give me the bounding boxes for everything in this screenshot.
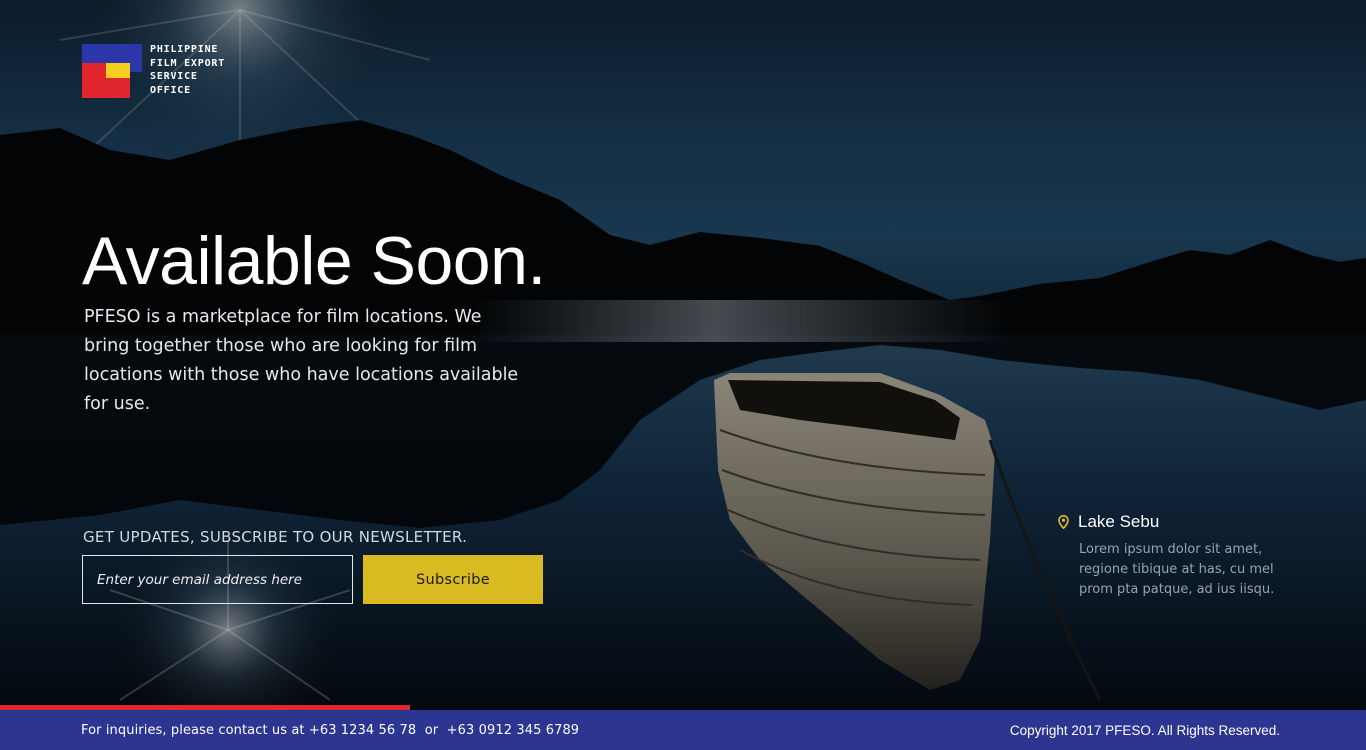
footer: For inquiries, please contact us at +63 …	[0, 710, 1366, 750]
location-card: Lake Sebu Lorem ipsum dolor sit amet, re…	[1058, 512, 1298, 600]
location-name: Lake Sebu	[1078, 512, 1160, 531]
intro-text: PFESO is a marketplace for film location…	[84, 307, 519, 414]
logo-line: PHILIPPINE	[150, 44, 219, 55]
logo-yellow-block	[106, 63, 130, 78]
footer-copyright: Copyright 2017 PFESO. All Rights Reserve…	[1009, 722, 1280, 738]
pfeso-logo[interactable]: PHILIPPINE FILM EXPORT SERVICE OFFICE	[82, 44, 225, 98]
email-input[interactable]	[82, 555, 353, 604]
footer-contact: For inquiries, please contact us at +63 …	[81, 722, 580, 738]
logo-wordmark: PHILIPPINE FILM EXPORT SERVICE OFFICE	[150, 43, 225, 97]
page-title: Available Soon.	[82, 223, 546, 299]
logo-line: OFFICE	[150, 84, 191, 96]
subscribe-button[interactable]: Subscribe	[363, 555, 543, 604]
logo-mark-icon	[82, 44, 144, 98]
map-pin-icon	[1058, 514, 1069, 530]
logo-line: SERVICE	[150, 71, 198, 82]
logo-line: FILM EXPORT	[150, 57, 226, 69]
newsletter-label: GET UPDATES, SUBSCRIBE TO OUR NEWSLETTER…	[83, 528, 468, 546]
location-header: Lake Sebu	[1058, 512, 1298, 532]
location-description: Lorem ipsum dolor sit amet, regione tibi…	[1079, 542, 1275, 597]
